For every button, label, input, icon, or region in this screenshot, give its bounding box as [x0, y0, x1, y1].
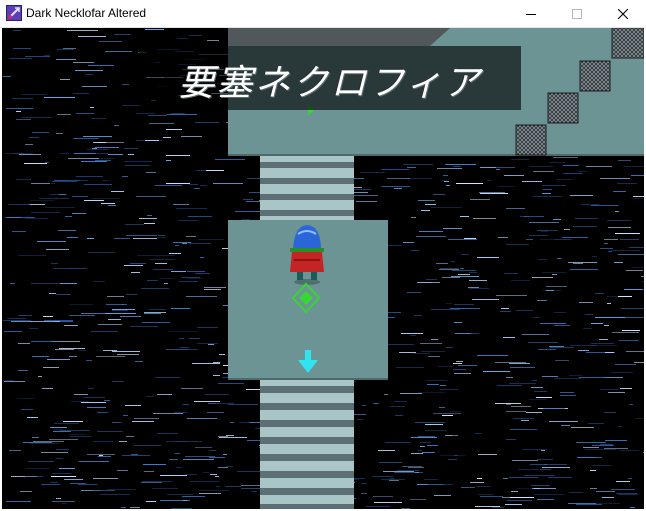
map-name: 要塞ネクロフィア [178, 63, 482, 104]
window-title: Dark Necklofar Altered [26, 6, 147, 20]
app-icon [6, 5, 22, 21]
title-bar[interactable]: Dark Necklofar Altered [0, 0, 646, 28]
minimize-icon [526, 13, 536, 15]
close-button[interactable] [600, 0, 646, 27]
maximize-icon [572, 8, 582, 19]
minimize-button[interactable] [508, 0, 554, 27]
game-screen[interactable]: 要塞ネクロフィア [2, 28, 644, 509]
close-icon [618, 8, 628, 19]
map-name-banner: 要塞ネクロフィア [139, 46, 521, 110]
maximize-button[interactable] [554, 0, 600, 27]
upper-stairs [260, 156, 354, 220]
lower-stairs [260, 380, 354, 509]
platform-shadow [228, 28, 450, 46]
game-window: Dark Necklofar Altered 要塞ネクロフィア [0, 0, 646, 511]
